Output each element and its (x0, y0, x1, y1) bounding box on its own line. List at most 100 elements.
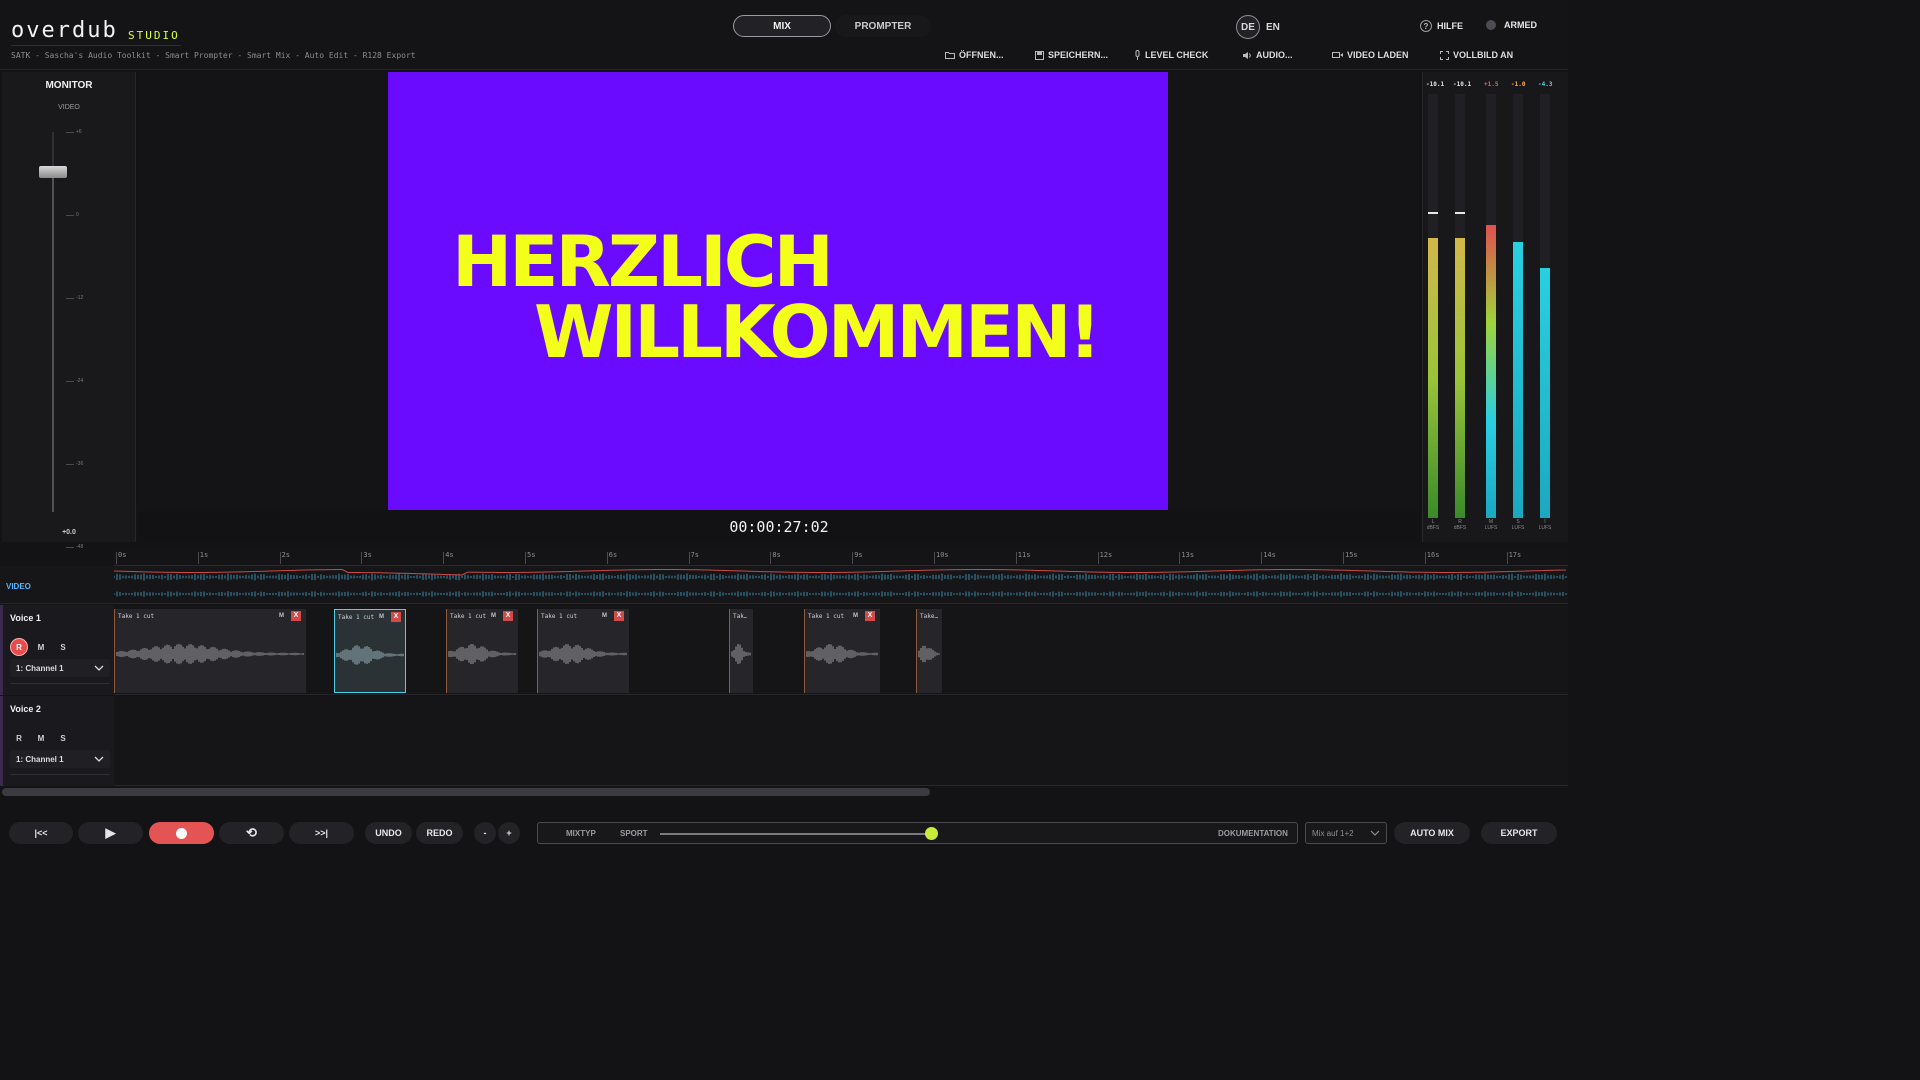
go-to-end-button[interactable]: >>| (289, 822, 354, 844)
scale-tick (66, 298, 74, 299)
clip-delete-button[interactable]: X (614, 611, 624, 621)
audio-clip[interactable]: Take 1 cut M X (804, 609, 880, 693)
armed-indicator[interactable]: ARMED (1486, 20, 1537, 30)
clip-delete-button[interactable]: X (291, 611, 301, 621)
timecode: 00:00:27:02 (138, 512, 1420, 542)
track-voice-2: Voice 2 R M S 1: Channel 1 (0, 696, 1568, 786)
audio-clip[interactable]: Take 1 cut M X (446, 609, 518, 693)
ruler-tick (1097, 552, 1099, 564)
help-label: HILFE (1437, 21, 1463, 31)
monitor-value: +0.0 (62, 529, 76, 536)
mix-target-value: Mix auf 1+2 (1312, 828, 1354, 838)
audio-clip[interactable]: Take 1 cut M X (537, 609, 629, 693)
record-button[interactable] (149, 822, 214, 844)
go-to-start-button[interactable]: |<< (9, 822, 73, 844)
ruler-label: 15s (1345, 551, 1358, 559)
clip-label: Take 1 cut (450, 613, 487, 620)
level-check-button[interactable]: LEVEL CHECK (1134, 50, 1208, 60)
meter-unit-label: LUFS (1484, 525, 1498, 531)
clip-mute-button[interactable]: M (853, 613, 858, 619)
timeline-ruler[interactable]: 0s 1s 2s 3s 4s 5s 6s 7s 8s 9s 10s 11s 12s 13s 14s 15s 16… (114, 548, 1568, 566)
meter-unit-label: LUFS (1538, 525, 1552, 531)
tab-mix[interactable]: MIX (733, 15, 831, 37)
ruler-label: 13s (1181, 551, 1195, 559)
meter-peak-hold (1428, 212, 1438, 215)
meter-fill (1540, 267, 1550, 518)
track-header: Voice 2 R M S 1: Channel 1 (0, 696, 114, 786)
mix-target-select[interactable]: Mix auf 1+2 (1305, 822, 1387, 844)
help-button[interactable]: ? HILFE (1420, 20, 1463, 32)
meter-fill (1455, 238, 1465, 518)
mode-switch: MIX PROMPTER (733, 15, 931, 37)
scale-label: -36 (76, 461, 84, 467)
play-button[interactable]: ▶ (78, 822, 143, 844)
scale-label: +6 (76, 129, 82, 135)
save-button[interactable]: SPEICHERN... (1035, 50, 1108, 60)
scale-tick (66, 547, 74, 548)
auto-mix-button[interactable]: AUTO MIX (1394, 822, 1470, 844)
load-video-button[interactable]: VIDEO LADEN (1332, 50, 1409, 60)
record-arm-button[interactable]: R (10, 638, 28, 656)
channel-select[interactable]: 1: Channel 1 (10, 659, 110, 677)
timeline-scrollbar[interactable] (2, 788, 930, 796)
audio-clip[interactable]: Take 1 cut M X (334, 609, 406, 693)
clip-mute-button[interactable]: M (491, 613, 496, 619)
chevron-down-icon (94, 665, 104, 671)
scale-tick (66, 215, 74, 216)
app-logo-sub: STUDIO (128, 29, 180, 42)
ruler-tick (606, 552, 608, 564)
lang-en-button[interactable]: EN (1266, 22, 1280, 33)
redo-button[interactable]: REDO (416, 822, 463, 844)
undo-button[interactable]: UNDO (365, 822, 412, 844)
track-header: Voice 1 R M S 1: Channel 1 (0, 605, 114, 695)
clip-label: Take 1 cut (118, 613, 155, 620)
clip-mute-button[interactable]: M (279, 613, 284, 619)
audio-clip[interactable]: Tak… (729, 609, 753, 693)
video-frame[interactable]: HERZLICH WILLKOMMEN! (388, 72, 1168, 510)
clip-delete-button[interactable]: X (391, 612, 401, 622)
level-meters: -10.1 LdBFS -10.1 RdBFS +1.5 M LUFS -1.0 S LUFS -4… (1422, 72, 1568, 542)
level-check-label: LEVEL CHECK (1145, 50, 1209, 60)
loop-button[interactable]: ⟲ (219, 822, 284, 844)
audio-clip[interactable]: Take 1 cut M X (114, 609, 306, 693)
meter-peak-value: +1.5 (1484, 81, 1499, 88)
ruler-tick (688, 552, 690, 564)
mix-type-slider[interactable] (660, 833, 934, 835)
tab-prompter[interactable]: PROMPTER (835, 15, 931, 37)
zoom-in-button[interactable]: + (498, 822, 520, 844)
clip-waveform (539, 644, 627, 664)
fullscreen-button[interactable]: VOLLBILD AN (1440, 50, 1513, 60)
meter-fill (1486, 225, 1496, 518)
meter-fill (1513, 242, 1523, 518)
lang-de-button[interactable]: DE (1236, 15, 1260, 39)
clip-waveform (336, 645, 404, 665)
monitor-fader-knob[interactable] (39, 166, 67, 178)
mute-button[interactable]: M (32, 729, 50, 747)
zoom-out-button[interactable]: - (474, 822, 496, 844)
ruler-label: 9s (854, 551, 863, 559)
clip-mute-button[interactable]: M (602, 613, 607, 619)
scale-label: -48 (76, 544, 84, 550)
mix-type-slider-knob[interactable] (925, 827, 939, 840)
scale-tick (66, 464, 74, 465)
record-arm-button[interactable]: R (10, 729, 28, 747)
ruler-tick (1179, 552, 1181, 564)
solo-button[interactable]: S (54, 729, 72, 747)
divider (10, 683, 110, 684)
monitor-panel: MONITOR VIDEO +6 0 -12 -24 -36 -48 +0.0 (2, 72, 136, 550)
clip-mute-button[interactable]: M (379, 614, 384, 620)
clip-delete-button[interactable]: X (865, 611, 875, 621)
mute-button[interactable]: M (32, 638, 50, 656)
ruler-tick (1015, 552, 1017, 564)
clip-delete-button[interactable]: X (503, 611, 513, 621)
mix-type-panel: MIXTYP SPORT DOKUMENTATION (537, 822, 1298, 844)
ruler-tick (1343, 552, 1344, 564)
solo-button[interactable]: S (54, 638, 72, 656)
open-button[interactable]: ÖFFNEN... (945, 50, 1004, 60)
audio-button[interactable]: AUDIO... (1242, 50, 1293, 60)
ruler-label: 12s (1099, 551, 1113, 559)
export-button[interactable]: EXPORT (1481, 822, 1557, 844)
audio-clip[interactable]: Take… (916, 609, 942, 693)
channel-select[interactable]: 1: Channel 1 (10, 750, 110, 768)
clip-label: Take 1 cut (541, 613, 578, 620)
